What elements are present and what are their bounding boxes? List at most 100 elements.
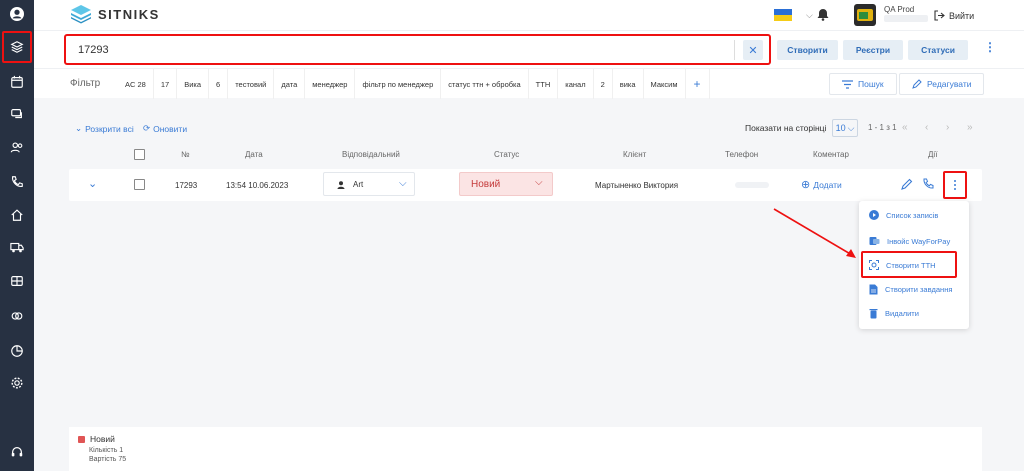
kebab-dot xyxy=(953,179,957,183)
menu-item-label: Створити ТТН xyxy=(886,260,936,270)
summary-status: Новий xyxy=(78,434,115,444)
chevron-down-icon[interactable]: ⌵ xyxy=(806,10,813,21)
logout-label: Вийти xyxy=(949,10,975,21)
add-filter-button[interactable]: + xyxy=(686,69,710,99)
filter-chip[interactable]: 17 xyxy=(154,69,178,99)
prev-page-icon[interactable]: ‹ xyxy=(925,122,928,133)
close-icon[interactable]: ✕ xyxy=(743,40,763,60)
edit-filter-button[interactable]: Редагувати xyxy=(899,73,985,95)
search-box-highlighted: ✕ xyxy=(64,34,771,65)
filter-label: Фільтр xyxy=(70,78,101,89)
status-value: Новий xyxy=(471,179,501,190)
search-input[interactable] xyxy=(78,42,718,58)
sidebar xyxy=(0,0,34,471)
layers-icon[interactable] xyxy=(8,38,26,56)
calendar-icon[interactable] xyxy=(8,73,26,91)
pagination-range: 1 - 1 з 1 xyxy=(868,123,897,132)
first-page-icon[interactable]: « xyxy=(902,122,908,133)
menu-item-records-list[interactable]: Список записів xyxy=(859,205,969,225)
filter-lines-icon xyxy=(842,79,853,89)
home-icon[interactable] xyxy=(8,206,26,224)
top-header: SITNIKS ⌵ QA Prod Вийти xyxy=(34,0,1024,30)
filter-chip[interactable]: ТТН xyxy=(529,69,559,99)
status-select[interactable]: Новий ⌵ xyxy=(459,172,553,196)
app-logo[interactable]: SITNIKS xyxy=(70,4,160,24)
pie-chart-icon[interactable] xyxy=(8,342,26,360)
filter-chip[interactable]: 6 xyxy=(209,69,229,99)
double-chevron-down-icon: ⌄ xyxy=(75,123,83,133)
registries-button[interactable]: Реєстри xyxy=(843,40,903,60)
filter-chip[interactable]: дата xyxy=(274,69,306,99)
logout-button[interactable]: Вийти xyxy=(934,10,974,21)
summary-value: Вартість 75 xyxy=(89,456,127,463)
logo-text: SITNIKS xyxy=(98,6,160,22)
filter-chip[interactable]: 2 xyxy=(594,69,613,99)
add-comment-label: Додати xyxy=(813,179,842,190)
last-page-icon[interactable]: » xyxy=(967,122,973,133)
user-avatar[interactable] xyxy=(854,4,876,26)
refresh-button[interactable]: ⟳ Оновити xyxy=(143,123,187,134)
headset-icon[interactable] xyxy=(8,443,26,461)
next-page-icon[interactable]: › xyxy=(946,122,949,133)
menu-item-label: Створити завдання xyxy=(885,284,953,294)
document-icon xyxy=(869,284,878,294)
chain-icon[interactable] xyxy=(8,307,26,325)
menu-item-invoice[interactable]: Інвойс WayForPay xyxy=(859,231,969,251)
menu-item-label: Видалити xyxy=(885,308,919,318)
row-actions-menu: Список записів Інвойс WayForPay Створити… xyxy=(859,201,969,329)
column-header-number: № xyxy=(181,150,190,159)
user-avatar-icon[interactable] xyxy=(8,5,26,23)
filter-chip[interactable]: фільтр по менеджер xyxy=(355,69,442,99)
wallet-icon[interactable] xyxy=(8,272,26,290)
create-button[interactable]: Створити xyxy=(777,40,838,60)
phone-call-icon[interactable] xyxy=(922,178,934,192)
filter-chip[interactable]: AC 28 xyxy=(118,69,154,99)
filter-chip[interactable]: статус ттн + обробка xyxy=(441,69,529,99)
filter-chip[interactable]: тестовий xyxy=(228,69,275,99)
row-actions-button[interactable] xyxy=(943,171,967,199)
per-page-value: 10 xyxy=(835,123,846,133)
status-color-swatch xyxy=(78,435,85,443)
summary-status-label: Новий xyxy=(90,434,115,444)
expand-all-button[interactable]: ⌄ Розкрити всі xyxy=(75,123,134,134)
responsible-select[interactable]: Art ⌵ xyxy=(323,172,415,196)
chat-icon[interactable] xyxy=(8,105,26,123)
menu-item-create-task[interactable]: Створити завдання xyxy=(859,279,969,299)
select-all-checkbox[interactable] xyxy=(134,149,145,160)
filter-chip[interactable]: Вика xyxy=(177,69,210,99)
user-subtitle-blurred xyxy=(884,15,928,22)
filter-chip[interactable]: вика xyxy=(613,69,644,99)
row-checkbox[interactable] xyxy=(134,179,145,190)
bell-icon[interactable] xyxy=(817,8,829,23)
ukraine-flag-icon[interactable] xyxy=(774,9,792,21)
column-header-actions: Дії xyxy=(928,150,938,159)
column-header-responsible: Відповідальний xyxy=(342,150,400,159)
menu-item-delete[interactable]: Видалити xyxy=(859,303,969,323)
table-row[interactable]: ⌄ 17293 13:54 10.06.2023 Art ⌵ Новий ⌵ М… xyxy=(69,169,982,201)
edit-icon[interactable] xyxy=(901,178,913,192)
expand-all-label: Розкрити всі xyxy=(85,123,134,134)
search-bar-row: ✕ Створити Реєстри Статуси ⋮ xyxy=(34,30,1024,68)
column-header-phone: Телефон xyxy=(725,150,759,159)
filter-chip[interactable]: Максим xyxy=(644,69,686,99)
users-icon[interactable] xyxy=(8,138,26,156)
chevron-down-icon: ⌵ xyxy=(535,177,543,188)
add-comment-button[interactable]: ⊕ Додати xyxy=(801,178,842,191)
phone-icon[interactable] xyxy=(8,173,26,191)
truck-icon[interactable] xyxy=(8,238,26,256)
client-name: Мартыненко Виктория xyxy=(595,181,679,190)
per-page-select[interactable]: 10 ⌵ xyxy=(832,119,858,137)
expand-row-icon[interactable]: ⌄ xyxy=(88,177,97,190)
per-page-label: Показати на сторінці xyxy=(745,123,827,133)
gear-icon[interactable] xyxy=(8,374,26,392)
filter-chips: AC 28 17 Вика 6 тестовий дата менеджер ф… xyxy=(118,69,710,99)
filter-chip[interactable]: канал xyxy=(558,69,594,99)
column-header-comment: Коментар xyxy=(813,150,849,159)
filter-chip[interactable]: менеджер xyxy=(305,69,356,99)
annotation-arrow xyxy=(773,208,856,258)
more-options-icon[interactable]: ⋮ xyxy=(984,41,996,53)
user-name: QA Prod xyxy=(884,5,915,14)
statuses-button[interactable]: Статуси xyxy=(908,40,968,60)
menu-item-create-ttn[interactable]: Створити ТТН xyxy=(859,255,969,275)
search-filter-button[interactable]: Пошук xyxy=(829,73,897,95)
